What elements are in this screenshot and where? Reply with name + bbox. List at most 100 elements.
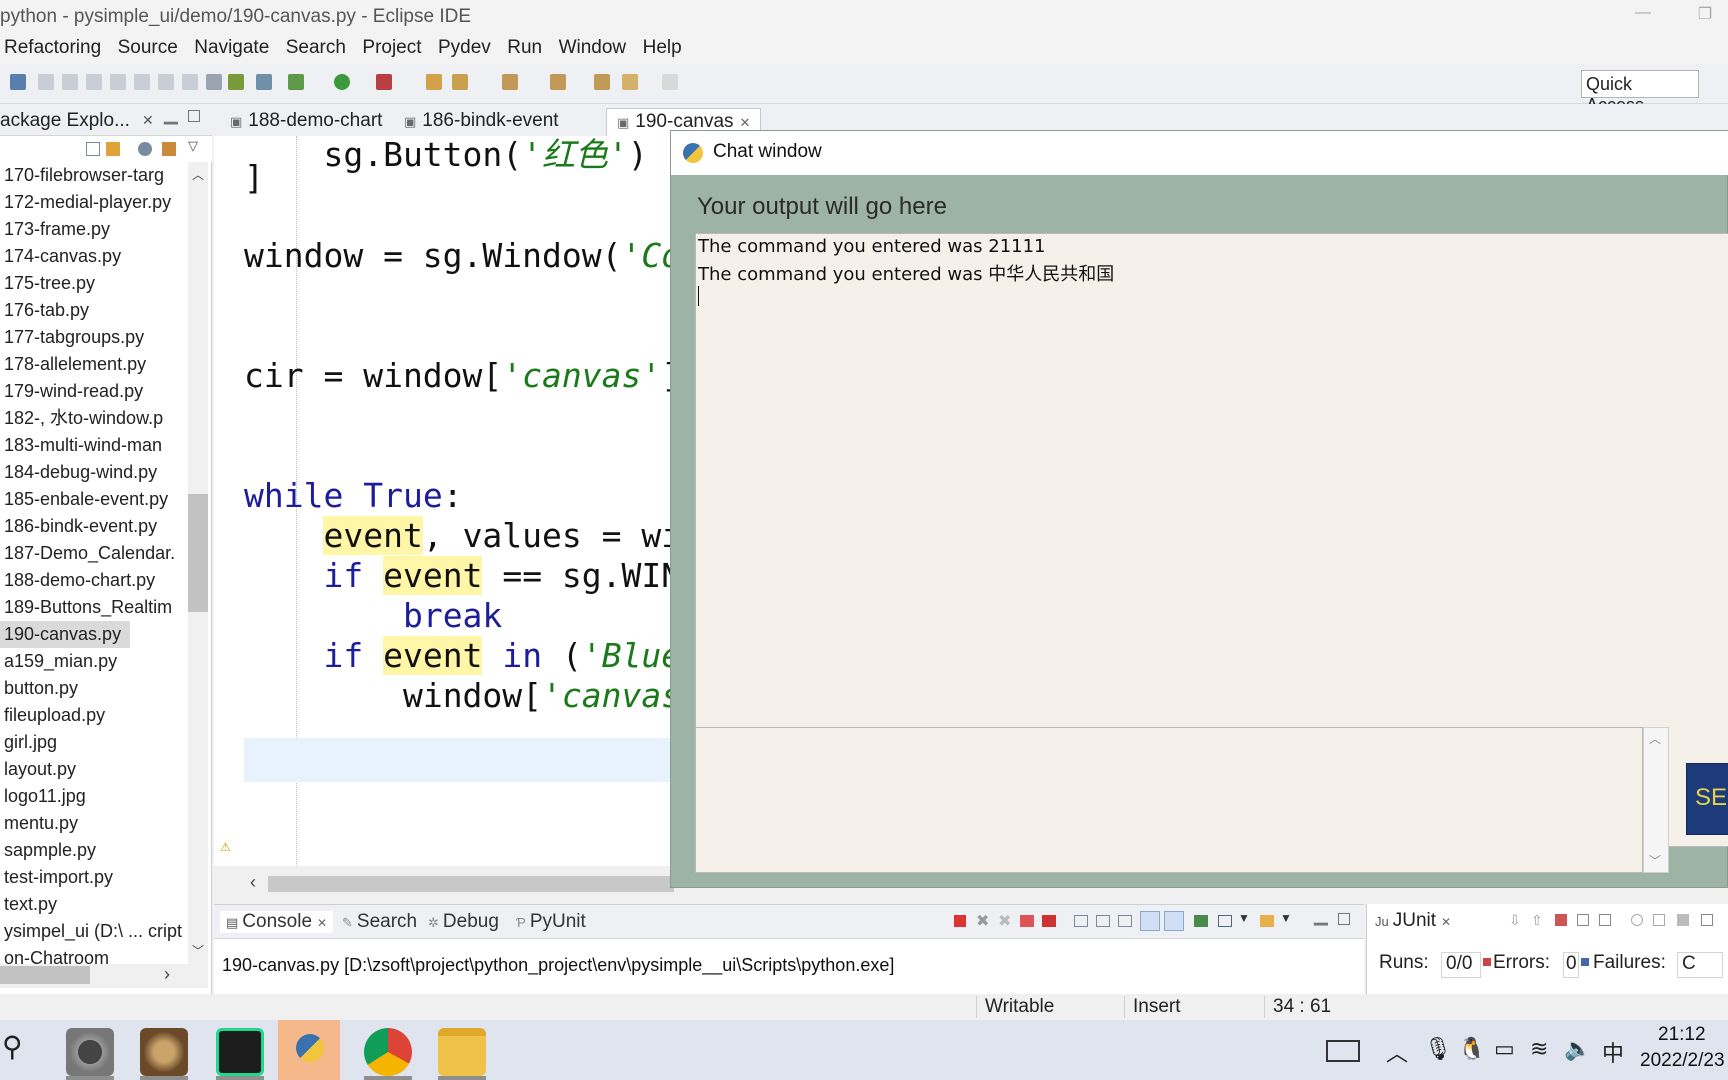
menu-run[interactable]: Run (507, 34, 542, 62)
external-tools-icon[interactable] (376, 74, 392, 90)
file-list-item[interactable]: 182-, 水to-window.p (0, 405, 186, 432)
tab-console[interactable]: ▤ Console ✕ (220, 911, 334, 933)
restore-button[interactable]: ❐ (1690, 4, 1720, 26)
minimize-button[interactable]: — (1628, 4, 1658, 26)
step-into-icon[interactable] (134, 74, 150, 90)
back-history-icon[interactable] (622, 74, 638, 90)
input-scrollbar[interactable]: ︿ ﹀ (1643, 727, 1669, 873)
file-list-item[interactable]: 186-bindk-event.py (0, 513, 186, 540)
menu-source[interactable]: Source (118, 34, 178, 62)
tab-debug[interactable]: ✲ Debug (428, 911, 499, 933)
back-icon[interactable] (594, 74, 610, 90)
file-list-item[interactable]: logo11.jpg (0, 783, 186, 810)
microphone-icon[interactable]: 🎙 (1424, 1036, 1452, 1062)
file-list-item[interactable]: 183-multi-wind-man (0, 432, 186, 459)
show-on-output-icon[interactable] (1140, 911, 1160, 931)
close-icon[interactable]: ✕ (142, 112, 154, 129)
scrollbar-thumb[interactable] (188, 494, 208, 612)
pencil-icon[interactable] (452, 74, 468, 90)
run-icon[interactable] (334, 74, 350, 90)
filter-icon[interactable] (138, 142, 152, 156)
qq-icon[interactable]: 🐧 (1458, 1036, 1485, 1062)
close-icon[interactable]: ✕ (317, 916, 327, 930)
wifi-icon[interactable]: ≋ (1530, 1036, 1548, 1062)
chevron-up-icon[interactable]: ︿ (1386, 1036, 1408, 1068)
debug-icon[interactable] (288, 74, 304, 90)
search-icon[interactable]: ⚲ (2, 1030, 23, 1063)
remove-launch-icon[interactable]: ✖ (976, 911, 989, 931)
stop-icon[interactable] (1677, 914, 1689, 926)
minimize-view-icon[interactable]: ▁ (164, 104, 178, 125)
stop-icon[interactable] (1020, 915, 1034, 927)
scroll-lock-icon[interactable] (1096, 915, 1110, 927)
terminate-icon[interactable] (954, 915, 966, 927)
pycharm-app-icon[interactable] (216, 1028, 264, 1076)
file-list-item[interactable]: 187-Demo_Calendar. (0, 540, 186, 567)
chrome-app-icon[interactable] (364, 1028, 412, 1076)
skipped-icon[interactable] (1577, 914, 1589, 926)
tab-junit[interactable]: Ju JUnit ✕ (1375, 910, 1451, 932)
display-console-icon[interactable] (1218, 915, 1232, 927)
file-list-item[interactable]: layout.py (0, 756, 186, 783)
file-list-item[interactable]: fileupload.py (0, 702, 186, 729)
file-list-item[interactable]: 185-enbale-event.py (0, 486, 186, 513)
menu-pydev[interactable]: Pydev (438, 34, 491, 62)
file-list-item[interactable]: 170-filebrowser-targ (0, 162, 186, 189)
maximize-view-icon[interactable] (1338, 913, 1350, 925)
volume-icon[interactable]: 🔈 (1564, 1036, 1591, 1062)
menu-navigate[interactable]: Navigate (194, 34, 269, 62)
tab-pyunit[interactable]: Ƥ PyUnit (516, 911, 586, 933)
file-list-item[interactable]: 173-frame.py (0, 216, 186, 243)
tab-search[interactable]: ✎ Search (342, 911, 417, 933)
resume-icon[interactable] (38, 74, 54, 90)
file-list-item[interactable]: sapmple.py (0, 837, 186, 864)
file-list-item[interactable]: test-import.py (0, 864, 186, 891)
message-input[interactable] (695, 727, 1643, 873)
scroll-up-icon[interactable]: ︿ (192, 166, 204, 183)
stop-all-icon[interactable] (1042, 915, 1056, 927)
clock-date[interactable]: 2022/2/23 (1640, 1050, 1725, 1072)
file-explorer-icon[interactable] (438, 1028, 486, 1076)
rerun-failed-icon[interactable] (1653, 914, 1665, 926)
file-list-item[interactable]: ysimpel_ui (D:\ ... cript (0, 918, 186, 945)
recorder-app-icon[interactable] (66, 1028, 114, 1076)
view-menu-icon[interactable]: ▽ (188, 138, 198, 154)
prev-annotation-icon[interactable] (550, 74, 566, 90)
file-list-item[interactable]: 188-demo-chart.py (0, 567, 186, 594)
menu-project[interactable]: Project (362, 34, 421, 62)
news-widget-icon[interactable] (1326, 1040, 1360, 1062)
rerun-icon[interactable] (1631, 914, 1643, 926)
file-list-item[interactable]: 179-wind-read.py (0, 378, 186, 405)
toggle-mark-icon[interactable] (228, 74, 244, 90)
file-list-item[interactable]: 172-medial-player.py (0, 189, 186, 216)
file-list-item[interactable]: a159_mian.py (0, 648, 186, 675)
clock-time[interactable]: 21:12 (1658, 1024, 1706, 1046)
remove-all-icon[interactable]: ✖ (998, 911, 1011, 931)
menu-window[interactable]: Window (559, 34, 627, 62)
sync-icon[interactable] (162, 142, 176, 156)
scroll-up-icon[interactable]: ︿ (1649, 730, 1661, 747)
file-list-item[interactable]: 184-debug-wind.py (0, 459, 186, 486)
scroll-down-icon[interactable]: ﹀ (1649, 852, 1661, 869)
file-list-item[interactable]: button.py (0, 675, 186, 702)
pin-console-icon[interactable] (1194, 915, 1208, 927)
forward-icon[interactable] (662, 74, 678, 90)
scroll-right-icon[interactable]: › (164, 964, 170, 985)
file-list-item[interactable]: 176-tab.py (0, 297, 186, 324)
chevron-down-icon[interactable]: ▼ (1238, 911, 1250, 925)
terminate-icon[interactable] (86, 74, 102, 90)
chevron-down-icon[interactable]: ▼ (1280, 911, 1292, 925)
send-button[interactable]: SE (1686, 763, 1728, 835)
file-list-item[interactable]: 174-canvas.py (0, 243, 186, 270)
file-list-item[interactable]: 189-Buttons_Realtim (0, 594, 186, 621)
file-list-item[interactable]: mentu.py (0, 810, 186, 837)
open-type-icon[interactable] (256, 74, 272, 90)
disconnect-icon[interactable] (110, 74, 126, 90)
file-list-item[interactable]: 175-tree.py (0, 270, 186, 297)
menu-search[interactable]: Search (286, 34, 346, 62)
clear-console-icon[interactable] (1074, 915, 1088, 927)
file-list-item[interactable]: 177-tabgroups.py (0, 324, 186, 351)
maximize-view-icon[interactable] (188, 110, 200, 122)
step-return-icon[interactable] (182, 74, 198, 90)
next-annotation-icon[interactable] (502, 74, 518, 90)
